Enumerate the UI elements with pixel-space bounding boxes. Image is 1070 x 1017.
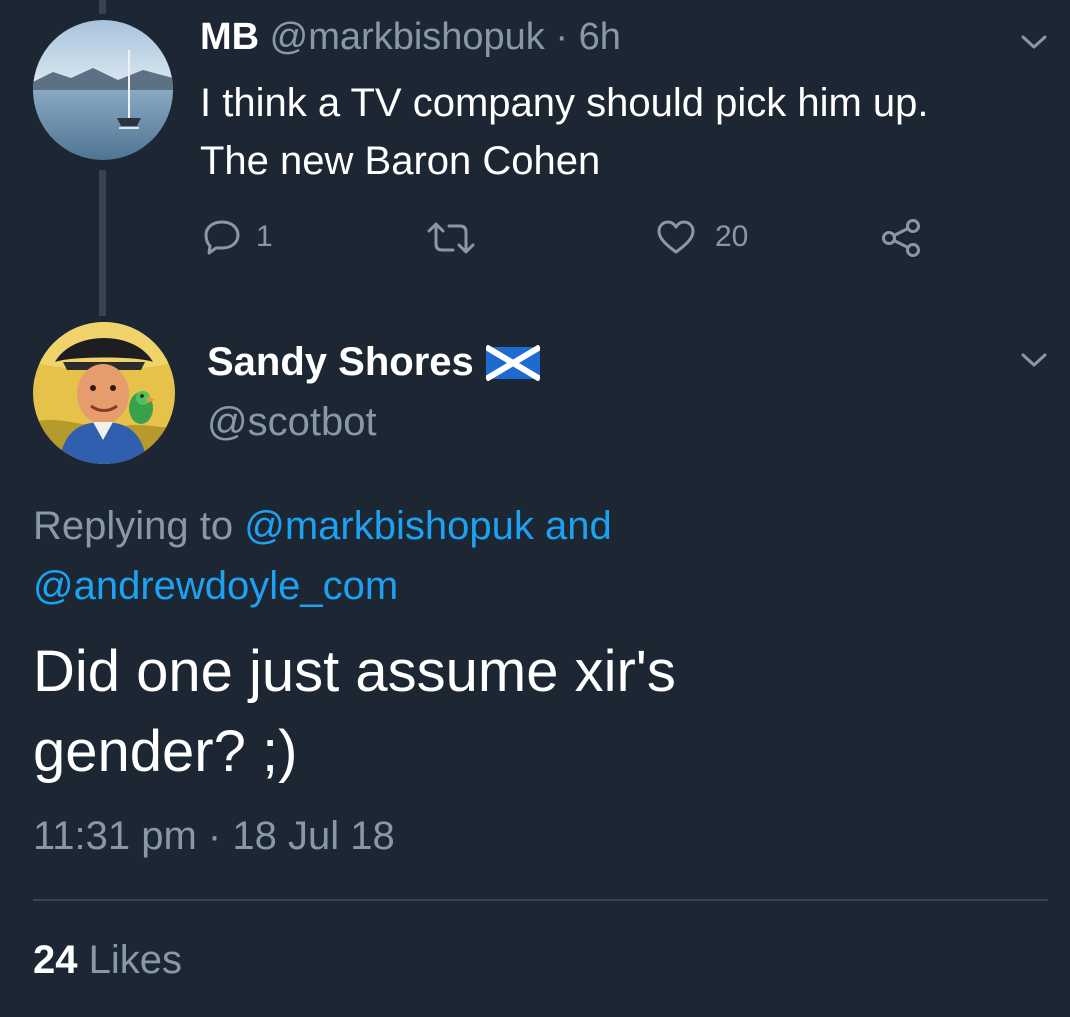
thread-line-bottom bbox=[99, 170, 106, 316]
tweet-time[interactable]: 6h bbox=[579, 16, 621, 58]
author-name[interactable]: MB bbox=[200, 16, 259, 58]
parent-tweet-text: I think a TV company should pick him up.… bbox=[200, 74, 929, 190]
scotland-flag-icon bbox=[485, 344, 540, 381]
mention-link[interactable]: @markbishopuk bbox=[244, 504, 534, 548]
thread-line-top bbox=[99, 0, 106, 14]
likes-count: 24 bbox=[33, 938, 78, 982]
main-tweet-text: Did one just assume xir's gender? ;) bbox=[33, 632, 676, 792]
likes-summary[interactable]: 24 Likes bbox=[33, 938, 182, 983]
tweet-timestamp[interactable]: 11:31 pm · 18 Jul 18 bbox=[33, 814, 395, 859]
replying-to: Replying to @markbishopuk and @andrewdoy… bbox=[33, 496, 612, 616]
like-count: 20 bbox=[715, 220, 749, 253]
mb-avatar[interactable] bbox=[33, 20, 173, 160]
reply-count: 1 bbox=[256, 220, 273, 253]
reply-button[interactable]: 1 bbox=[202, 218, 273, 256]
tweet-text-line: Did one just assume xir's bbox=[33, 639, 676, 704]
pirate-parrot-avatar-image bbox=[33, 322, 175, 464]
main-more-button[interactable] bbox=[1016, 348, 1052, 372]
share-button[interactable] bbox=[880, 218, 922, 258]
tweet-text-line: gender? ;) bbox=[33, 719, 298, 784]
mention-link[interactable]: @andrewdoyle_com bbox=[33, 564, 398, 608]
tweet-text-line: I think a TV company should pick him up. bbox=[200, 81, 929, 125]
chevron-down-icon bbox=[1021, 353, 1047, 367]
share-icon bbox=[882, 219, 920, 257]
parent-tweet-header: MB @markbishopuk · 6h bbox=[200, 16, 621, 59]
retweet-button[interactable] bbox=[425, 220, 477, 256]
reply-icon bbox=[204, 220, 240, 255]
chevron-down-icon bbox=[1021, 35, 1047, 49]
replying-prefix: Replying to bbox=[33, 504, 234, 548]
parent-more-button[interactable] bbox=[1016, 30, 1052, 54]
author-handle[interactable]: @markbishopuk bbox=[270, 16, 545, 58]
author-name[interactable]: Sandy Shores bbox=[207, 340, 474, 385]
retweet-icon bbox=[427, 222, 475, 254]
header-separator: · bbox=[555, 16, 569, 58]
author-handle[interactable]: @scotbot bbox=[207, 400, 377, 445]
tweet-text-line: The new Baron Cohen bbox=[200, 139, 601, 183]
sandy-avatar[interactable] bbox=[33, 322, 175, 464]
divider bbox=[33, 899, 1048, 901]
replying-and[interactable]: and bbox=[545, 504, 612, 548]
likes-label: Likes bbox=[88, 938, 183, 982]
main-author-row[interactable]: Sandy Shores bbox=[207, 340, 540, 385]
lake-sailboat-avatar-image bbox=[33, 20, 173, 160]
heart-icon bbox=[657, 220, 695, 254]
like-button[interactable]: 20 bbox=[655, 218, 748, 256]
